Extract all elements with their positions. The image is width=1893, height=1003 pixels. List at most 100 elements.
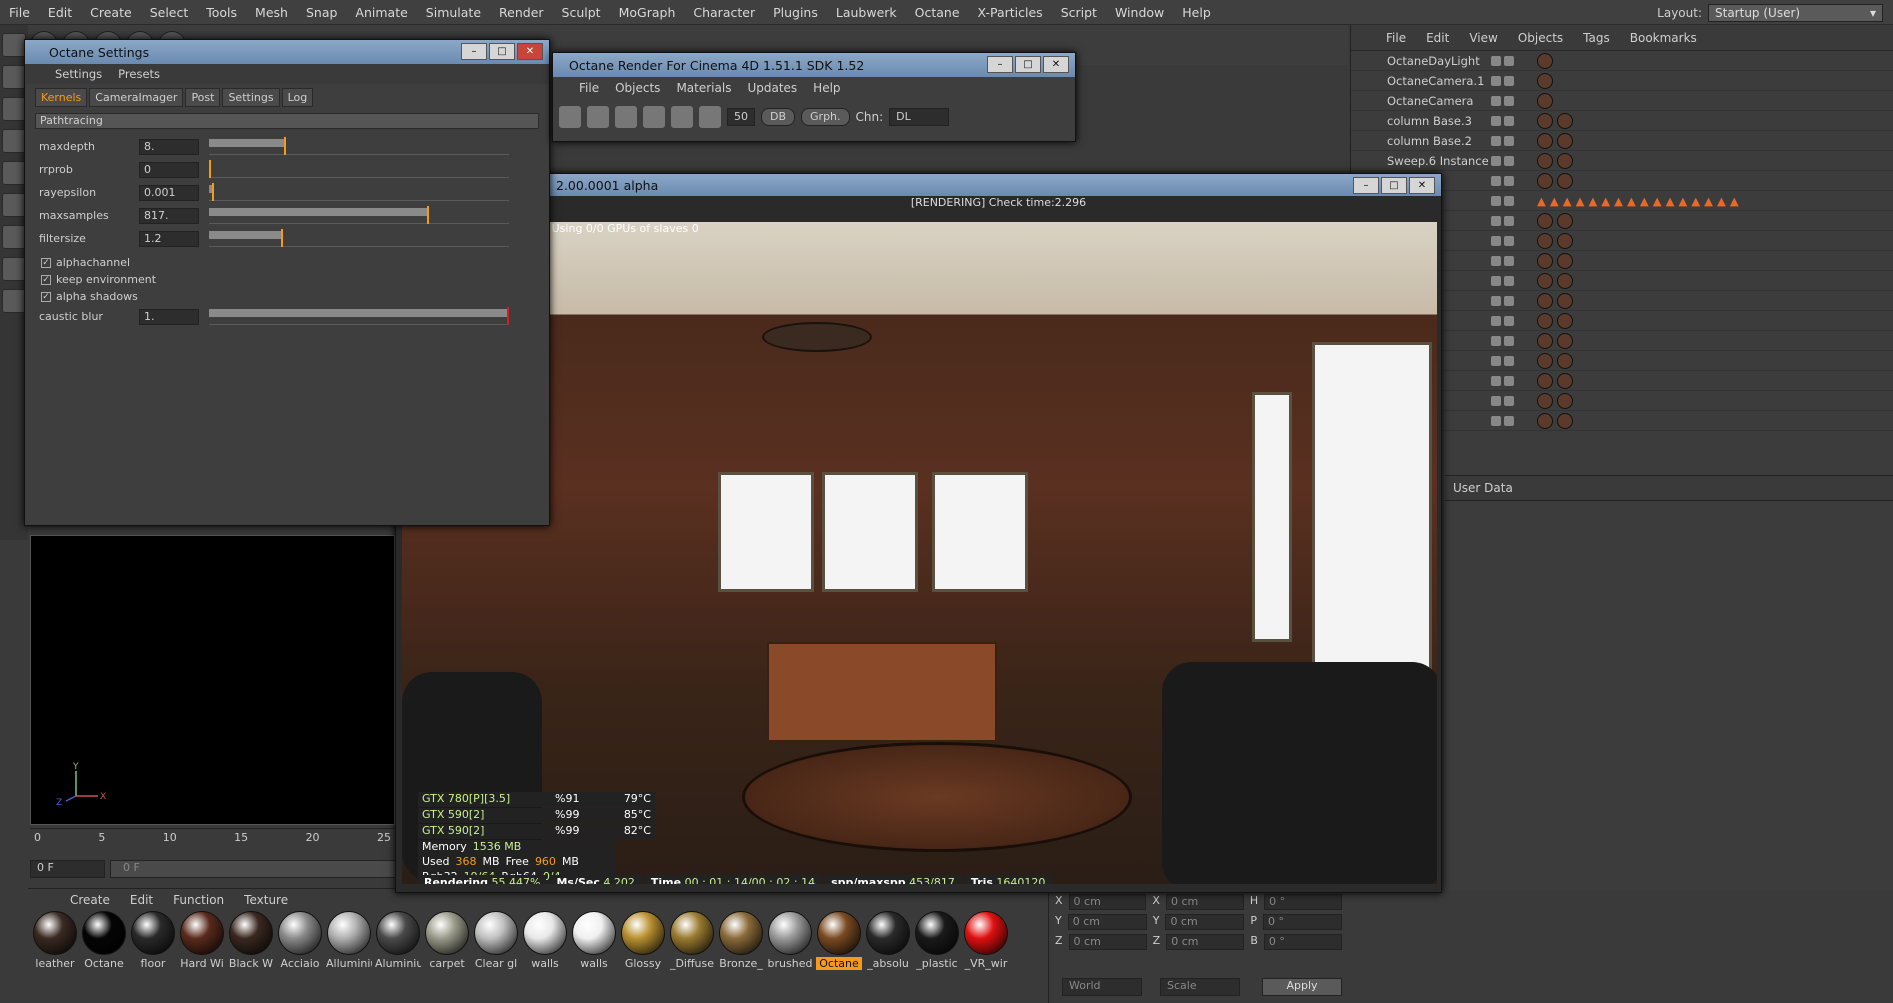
visibility-icon[interactable] bbox=[1504, 235, 1514, 246]
menu-select[interactable]: Select bbox=[141, 5, 198, 20]
menu-character[interactable]: Character bbox=[684, 5, 764, 20]
object-flags[interactable] bbox=[1491, 295, 1529, 306]
visibility-icon[interactable] bbox=[1491, 195, 1501, 206]
maximize-button[interactable]: □ bbox=[489, 43, 515, 60]
warning-tag-icon[interactable]: ▲ bbox=[1550, 194, 1559, 208]
param-slider[interactable] bbox=[209, 136, 509, 155]
material-swatch[interactable]: Aluminium bbox=[375, 911, 421, 970]
warning-tag-icon[interactable]: ▲ bbox=[1627, 194, 1636, 208]
viewer-title-bar[interactable]: 2.00.0001 alpha – □ ✕ bbox=[396, 174, 1441, 196]
checkbox-row-alpha-shadows[interactable]: ✓ alpha shadows bbox=[25, 288, 549, 305]
tab-settings[interactable]: Settings bbox=[222, 88, 280, 107]
slider-handle[interactable] bbox=[209, 159, 211, 178]
checkbox-checked-icon[interactable]: ✓ bbox=[41, 291, 51, 302]
grph-button[interactable]: Grph. bbox=[801, 108, 850, 126]
visibility-icon[interactable] bbox=[1491, 395, 1501, 406]
tag-icon[interactable] bbox=[1557, 312, 1573, 329]
visibility-icon[interactable] bbox=[1491, 415, 1501, 426]
object-mode-icon[interactable] bbox=[2, 65, 26, 89]
material-swatch[interactable]: Alluminium bbox=[326, 911, 372, 970]
param-slider[interactable] bbox=[209, 205, 509, 224]
close-button[interactable]: ✕ bbox=[517, 43, 543, 60]
menu-mesh[interactable]: Mesh bbox=[246, 5, 297, 20]
settings-menu-settings[interactable]: Settings bbox=[55, 67, 102, 81]
settings-gear-icon[interactable] bbox=[643, 106, 665, 128]
polygons-mode-icon[interactable] bbox=[2, 193, 26, 217]
object-flags[interactable] bbox=[1491, 255, 1529, 266]
visibility-icon[interactable] bbox=[1504, 315, 1514, 326]
warning-tag-icon[interactable]: ▲ bbox=[1730, 194, 1739, 208]
object-flags[interactable] bbox=[1491, 355, 1529, 366]
tag-icon[interactable] bbox=[1537, 212, 1553, 229]
settings-title-bar[interactable]: Octane Settings – □ ✕ bbox=[25, 40, 549, 64]
visibility-icon[interactable] bbox=[1491, 295, 1501, 306]
visibility-icon[interactable] bbox=[1504, 115, 1514, 126]
coord-field[interactable]: 0 cm bbox=[1165, 894, 1244, 910]
object-flags[interactable] bbox=[1491, 75, 1529, 86]
coord-field[interactable]: 0 cm bbox=[1068, 934, 1147, 950]
render-menu-objects[interactable]: Objects bbox=[615, 81, 660, 95]
visibility-icon[interactable] bbox=[1504, 335, 1514, 346]
layout-selector[interactable]: Layout: Startup (User) ▾ bbox=[1657, 0, 1893, 25]
material-swatch[interactable]: floor bbox=[130, 911, 176, 970]
object-flags[interactable] bbox=[1491, 55, 1529, 66]
visibility-icon[interactable] bbox=[1504, 295, 1514, 306]
menu-mograph[interactable]: MoGraph bbox=[610, 5, 685, 20]
menu-laubwerk[interactable]: Laubwerk bbox=[827, 5, 906, 20]
tag-icon[interactable] bbox=[1537, 392, 1553, 409]
magnet-icon[interactable] bbox=[2, 257, 26, 281]
sphere-icon[interactable] bbox=[699, 106, 721, 128]
object-row[interactable]: OctaneCamera bbox=[1351, 91, 1893, 111]
material-swatch[interactable]: Hard Wi bbox=[179, 911, 225, 970]
warning-tag-icon[interactable]: ▲ bbox=[1678, 194, 1687, 208]
tag-icon[interactable] bbox=[1537, 272, 1553, 289]
texture-mode-icon[interactable] bbox=[2, 97, 26, 121]
coord-field[interactable]: 0 ° bbox=[1264, 894, 1342, 910]
settings-menu-presets[interactable]: Presets bbox=[118, 67, 160, 81]
material-swatch[interactable]: _plastic bbox=[914, 911, 960, 970]
tag-icon[interactable] bbox=[1537, 332, 1553, 349]
coord-field[interactable]: 0 ° bbox=[1263, 914, 1343, 930]
visibility-icon[interactable] bbox=[1491, 115, 1501, 126]
model-mode-icon[interactable] bbox=[2, 33, 26, 57]
lock-icon[interactable] bbox=[671, 106, 693, 128]
tab-cameraimager[interactable]: CameraImager bbox=[89, 88, 184, 107]
tag-icon[interactable] bbox=[1537, 72, 1553, 89]
editor-viewport[interactable]: Y X Z bbox=[30, 535, 395, 825]
visibility-icon[interactable] bbox=[1491, 275, 1501, 286]
close-button[interactable]: ✕ bbox=[1043, 56, 1069, 73]
warning-tag-icon[interactable]: ▲ bbox=[1640, 194, 1649, 208]
tag-icon[interactable] bbox=[1537, 352, 1553, 369]
slider-handle[interactable] bbox=[507, 306, 509, 325]
objects-menu-view[interactable]: View bbox=[1469, 31, 1497, 45]
objects-menu-tags[interactable]: Tags bbox=[1583, 31, 1610, 45]
object-flags[interactable] bbox=[1491, 95, 1529, 106]
menu-octane[interactable]: Octane bbox=[906, 5, 969, 20]
warning-tag-icon[interactable]: ▲ bbox=[1588, 194, 1597, 208]
coord-field[interactable]: 0 cm bbox=[1067, 914, 1147, 930]
visibility-icon[interactable] bbox=[1504, 255, 1514, 266]
material-swatch[interactable]: Octane bbox=[81, 911, 127, 970]
objects-menu-edit[interactable]: Edit bbox=[1426, 31, 1449, 45]
object-row[interactable]: OctaneCamera.1 bbox=[1351, 71, 1893, 91]
tag-icon[interactable] bbox=[1557, 352, 1573, 369]
object-flags[interactable] bbox=[1491, 335, 1529, 346]
minimize-button[interactable]: – bbox=[461, 43, 487, 60]
tag-icon[interactable] bbox=[1557, 272, 1573, 289]
coord-field[interactable]: 0 ° bbox=[1263, 934, 1343, 950]
visibility-icon[interactable] bbox=[1491, 355, 1501, 366]
visibility-icon[interactable] bbox=[1491, 335, 1501, 346]
param-slider[interactable] bbox=[209, 306, 509, 325]
material-swatch[interactable]: Clear gl bbox=[473, 911, 519, 970]
visibility-icon[interactable] bbox=[1504, 355, 1514, 366]
object-flags[interactable] bbox=[1491, 115, 1529, 126]
tag-icon[interactable] bbox=[1557, 392, 1573, 409]
restart-render-icon[interactable] bbox=[559, 106, 581, 128]
visibility-icon[interactable] bbox=[1491, 55, 1501, 66]
menu-help[interactable]: Help bbox=[1173, 5, 1220, 20]
coord-field[interactable]: 0 cm bbox=[1165, 914, 1245, 930]
tag-icon[interactable] bbox=[1537, 292, 1553, 309]
tag-icon[interactable] bbox=[1557, 212, 1573, 229]
tag-icon[interactable] bbox=[1557, 252, 1573, 269]
tag-icon[interactable] bbox=[1557, 132, 1573, 149]
